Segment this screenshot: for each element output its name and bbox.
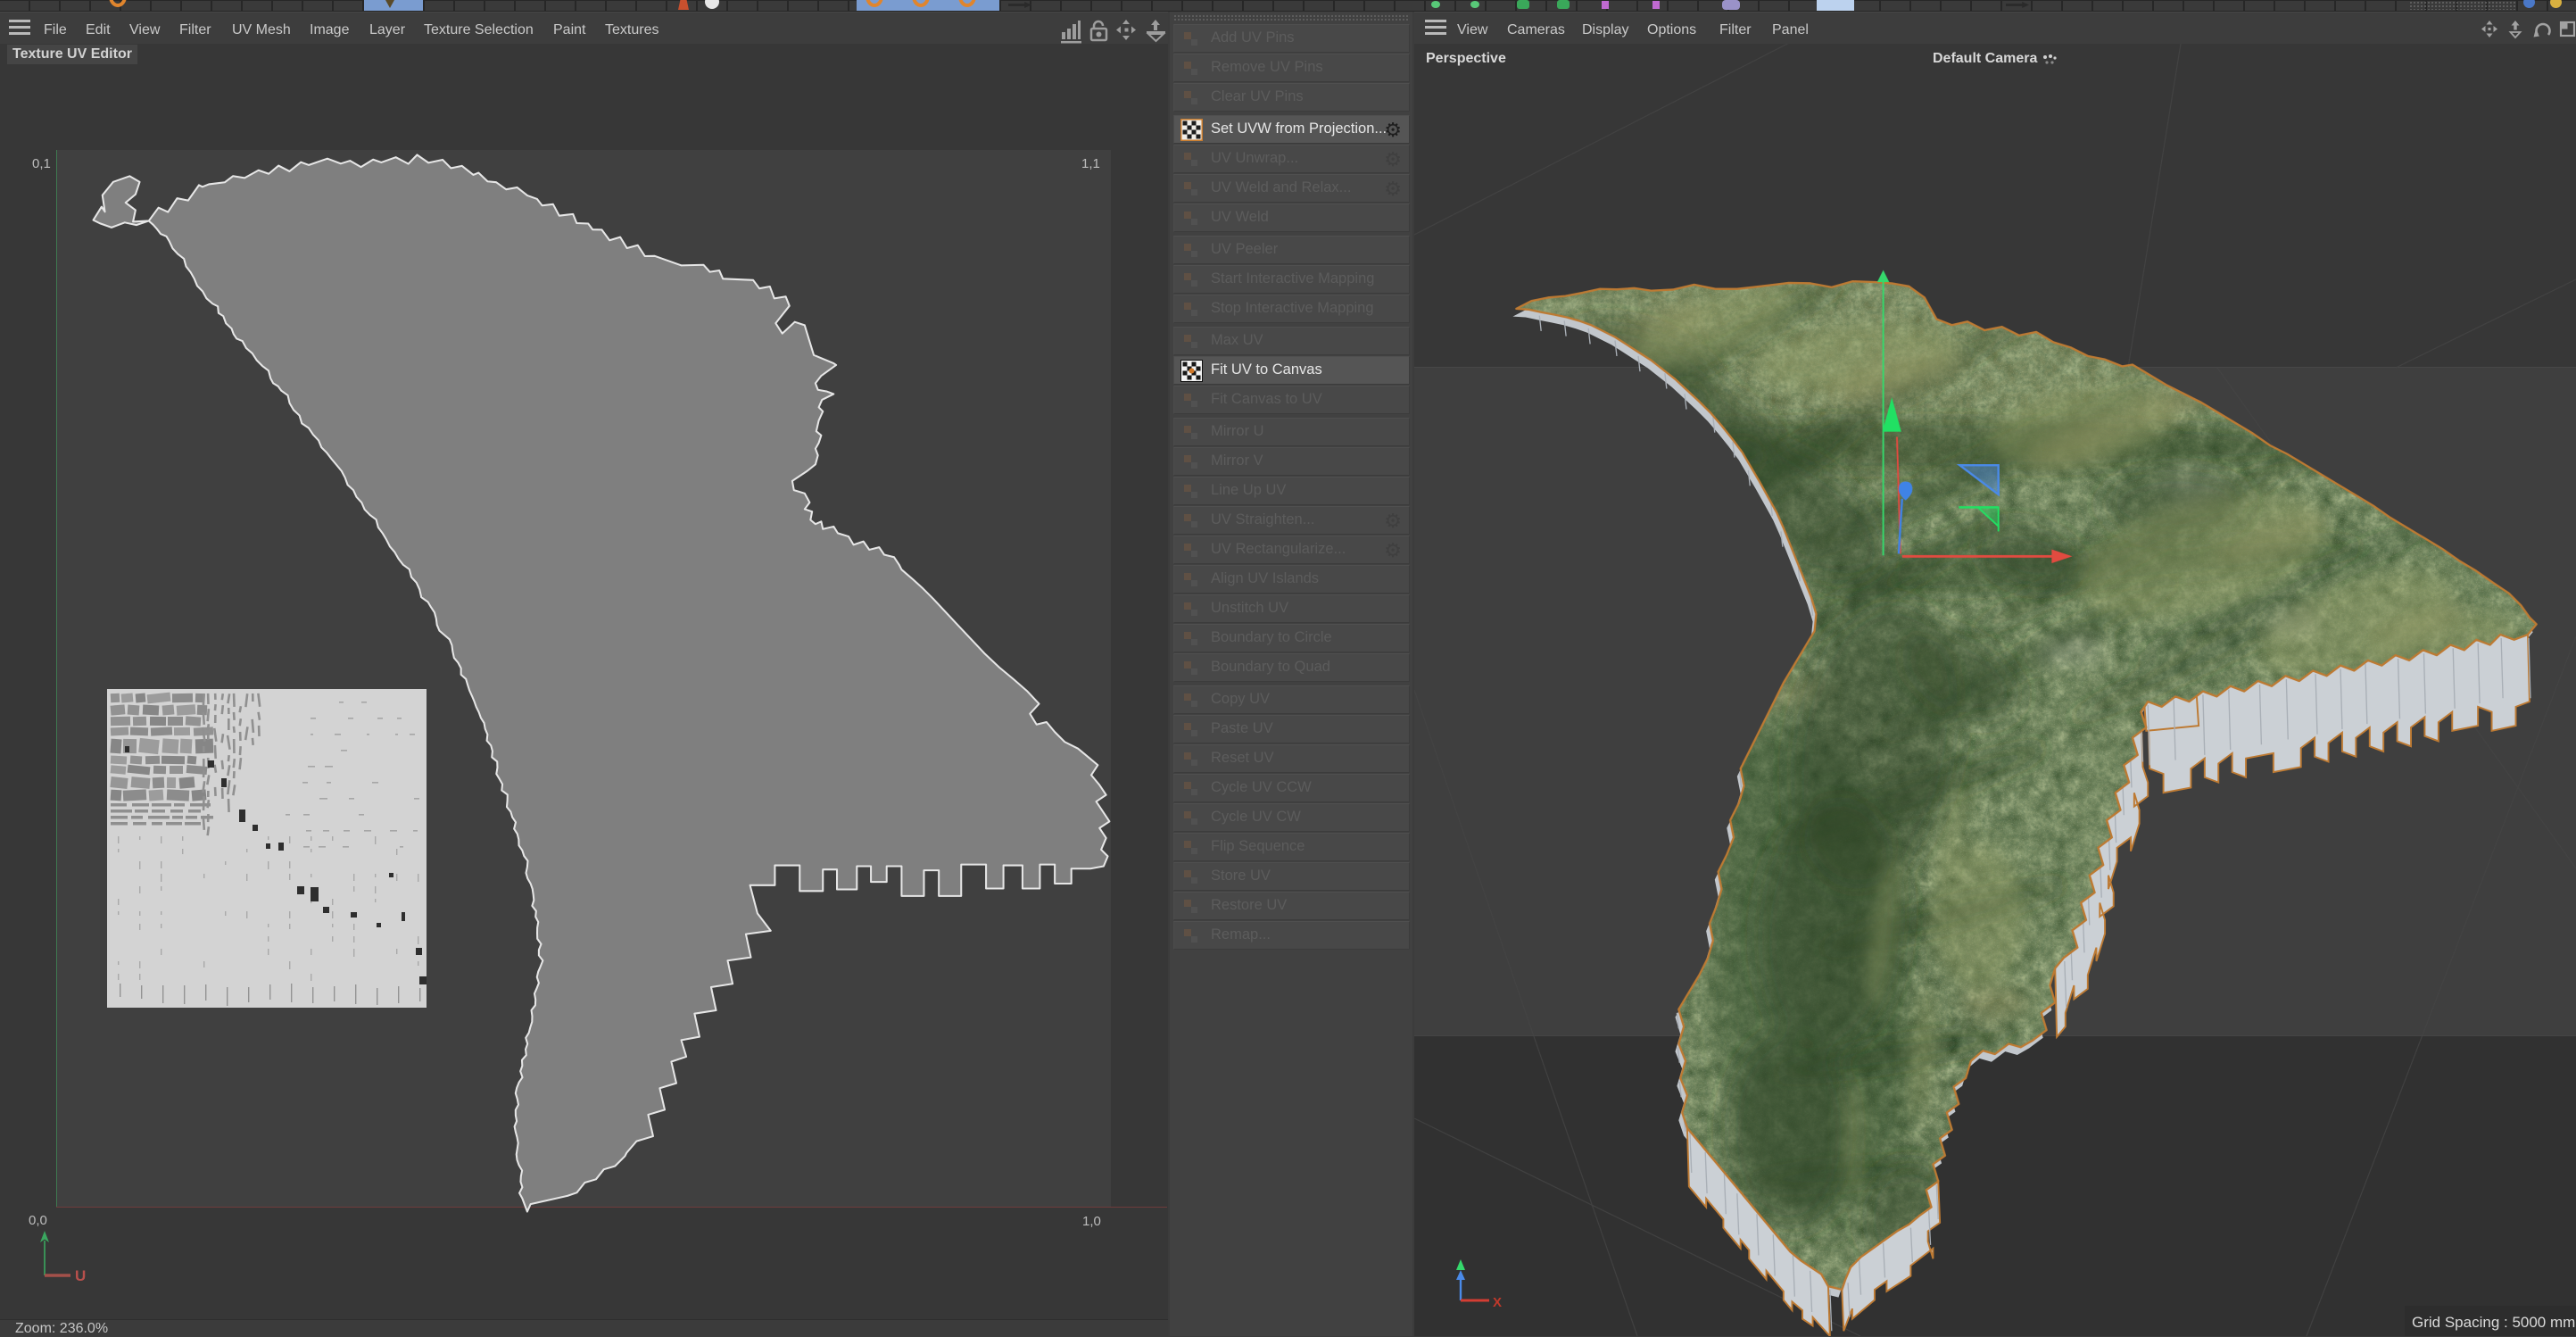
svg-text:U: U <box>75 1267 86 1284</box>
svg-text:X: X <box>1493 1295 1502 1310</box>
